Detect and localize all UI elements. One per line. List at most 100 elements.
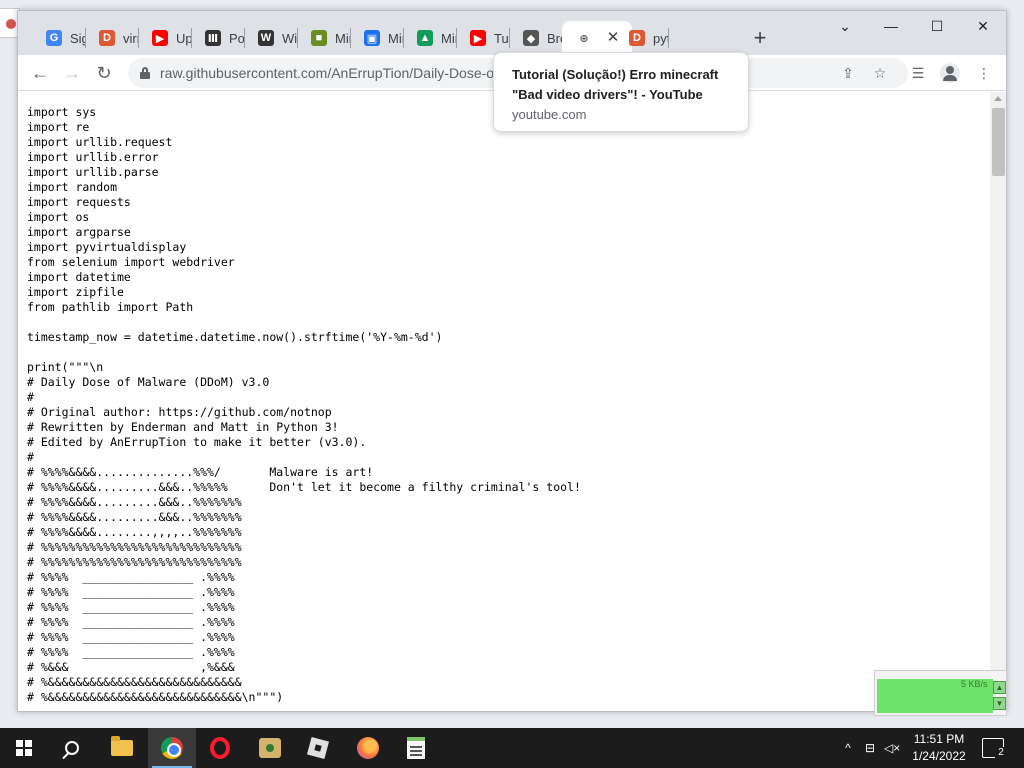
app-icon — [6, 19, 16, 29]
scroll-thumb[interactable] — [992, 108, 1005, 176]
profile-avatar-icon[interactable] — [940, 63, 960, 83]
code-line: print("""\n — [27, 360, 104, 374]
start-button[interactable] — [0, 728, 48, 768]
tab-title: virn — [123, 30, 138, 46]
tab-11[interactable]: Dpyth — [615, 21, 668, 55]
tab-2[interactable]: ▶ Upd — [138, 21, 191, 55]
reload-button[interactable]: ↻ — [90, 59, 118, 87]
menu-kebab-icon[interactable]: ⋮ — [974, 63, 994, 83]
roblox-icon — [306, 736, 330, 760]
tab-6[interactable]: ▣ Min — [350, 21, 403, 55]
vertical-scrollbar[interactable] — [990, 92, 1006, 711]
close-window-button[interactable]: ✕ — [960, 11, 1006, 41]
tab-favicon-icon: Ⅲ — [205, 30, 221, 46]
code-line: # Original author: https://github.com/no… — [27, 405, 332, 419]
network-icon[interactable]: ⊟ — [862, 740, 878, 756]
tab-search-dropdown-icon[interactable]: ⌄ — [822, 11, 868, 41]
code-line: # %%%%%%%%%%%%%%%%%%%%%%%%%%%%% — [27, 555, 242, 569]
tab-favicon-icon: ▶ — [152, 30, 168, 46]
taskbar-firefox[interactable] — [344, 728, 392, 768]
code-line: # Rewritten by Enderman and Matt in Pyth… — [27, 420, 339, 434]
tab-title: Min — [441, 30, 456, 46]
code-line: # %%%% ________________ .%%%% — [27, 585, 235, 599]
code-line: # %%%%&&&&........,,,,..%%%%%%% — [27, 525, 242, 539]
taskbar-chrome[interactable] — [148, 728, 196, 768]
code-line: # %&&&&&&&&&&&&&&&&&&&&&&&&&&&& — [27, 675, 242, 689]
clock-date: 1/24/2022 — [912, 749, 966, 763]
maximize-button[interactable]: ☐ — [914, 11, 960, 41]
reading-list-icon[interactable]: ☰ — [908, 63, 928, 83]
code-line: import urllib.parse — [27, 165, 159, 179]
raw-source-code: import sys import re import urllib.request… — [27, 105, 581, 705]
tab-8[interactable]: ▶ Tuto — [456, 21, 509, 55]
tab-title: Pos — [229, 30, 244, 46]
volume-muted-icon[interactable]: ◁× — [884, 740, 900, 756]
code-line: # %%%%%%%%%%%%%%%%%%%%%%%%%%%%% — [27, 540, 242, 554]
tray-overflow-chevron-icon[interactable]: ^ — [840, 740, 856, 756]
code-line: # %%%%&&&&.........&&&..%%%%%%% — [27, 495, 242, 509]
tab-1[interactable]: Dvirn — [85, 21, 138, 55]
taskbar-clock[interactable]: 11:51 PM 1/24/2022 — [904, 731, 974, 765]
page-content: import sys import re import urllib.request… — [18, 92, 990, 711]
search-icon — [65, 741, 79, 755]
tab-title: pyth — [653, 30, 668, 46]
meter-down-button[interactable]: ▼ — [993, 697, 1006, 710]
forward-button[interactable]: → — [58, 59, 86, 87]
new-tab-button[interactable]: + — [746, 25, 774, 53]
code-line: import datetime — [27, 270, 131, 284]
tab-3[interactable]: Ⅲ Pos — [191, 21, 244, 55]
taskbar-roblox[interactable] — [294, 728, 342, 768]
code-line: import urllib.error — [27, 150, 159, 164]
windows-logo-icon — [16, 740, 32, 756]
taskbar-file-explorer[interactable] — [98, 728, 146, 768]
clock-time: 11:51 PM — [913, 732, 965, 746]
tab-favicon-icon: D — [629, 30, 645, 46]
bookmark-star-icon[interactable]: ☆ — [870, 63, 890, 83]
taskbar-opera[interactable] — [196, 728, 244, 768]
tab-title: Wir — [282, 30, 297, 46]
tab-title: Upd — [176, 30, 191, 46]
opera-icon — [210, 737, 230, 759]
code-line: import pyvirtualdisplay — [27, 240, 187, 254]
code-line: # %%%% ________________ .%%%% — [27, 630, 235, 644]
minimize-button[interactable]: — — [868, 11, 914, 41]
tab-0[interactable]: G Sign — [32, 21, 85, 55]
lock-icon[interactable] — [140, 67, 150, 79]
taskbar-notepad[interactable] — [392, 728, 440, 768]
code-line: import requests — [27, 195, 131, 209]
tab-title: Tuto — [494, 30, 509, 46]
tab-strip: GSignDvirn▶UpdⅢPosWWir■Min▣Min▲Min▶Tuto◆… — [18, 11, 1006, 55]
tab-4[interactable]: W Wir — [244, 21, 297, 55]
meter-up-button[interactable]: ▲ — [993, 681, 1006, 694]
tab-favicon-icon: G — [46, 30, 62, 46]
notification-center-button[interactable]: 2 — [982, 738, 1007, 759]
tab-title: Bro — [547, 30, 562, 46]
taskbar-search-button[interactable] — [48, 728, 96, 768]
back-button[interactable]: ← — [26, 59, 54, 87]
tab-7[interactable]: ▲ Min — [403, 21, 456, 55]
code-line: import argparse — [27, 225, 131, 239]
code-line: # %%%%&&&&..............%%%/ Malware is … — [27, 465, 374, 479]
code-line: # %%%%&&&&.........&&&..%%%%%%% — [27, 510, 242, 524]
taskbar-installer[interactable] — [246, 728, 294, 768]
scroll-up-arrow-icon[interactable] — [994, 96, 1002, 101]
tab-9[interactable]: ◆ Bro — [509, 21, 562, 55]
hover-card-title-line-2: "Bad video drivers"! - YouTube — [512, 87, 703, 102]
code-line: import os — [27, 210, 90, 224]
code-line: import zipfile — [27, 285, 124, 299]
notification-count: 2 — [995, 747, 1007, 759]
hover-card-host: youtube.com — [512, 107, 587, 122]
share-icon[interactable]: ⇪ — [838, 63, 858, 83]
code-line: # Edited by AnErrupTion to make it bette… — [27, 435, 367, 449]
code-line: # %%%% ________________ .%%%% — [27, 645, 235, 659]
url-text[interactable]: raw.githubusercontent.com/AnErrupTion/Da… — [160, 65, 498, 81]
tab-favicon-icon: ■ — [311, 30, 327, 46]
taskbar: ^ ⊟ ◁× 11:51 PM 1/24/2022 2 — [0, 728, 1024, 768]
tab-favicon-icon: ▣ — [364, 30, 380, 46]
chrome-icon — [161, 737, 183, 759]
hover-card-title-line-1: Tutorial (Solução!) Erro minecraft — [512, 67, 719, 82]
code-line: # %%%%&&&&.........&&&..%%%%% Don't let … — [27, 480, 581, 494]
tab-separator — [668, 28, 669, 48]
tab-5[interactable]: ■ Min — [297, 21, 350, 55]
